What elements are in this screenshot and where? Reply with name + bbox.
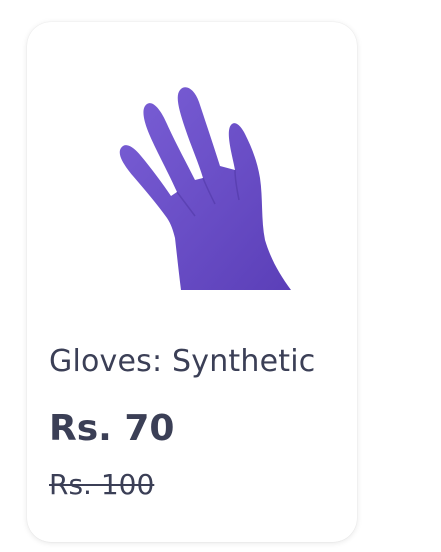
product-card[interactable]: Gloves: Synthetic Rs. 70 Rs. 100	[27, 22, 357, 542]
original-price: Rs. 100	[49, 468, 155, 501]
product-name: Gloves: Synthetic	[49, 344, 316, 379]
glove-icon	[119, 87, 292, 290]
current-price: Rs. 70	[49, 408, 175, 449]
page: Gloves: Synthetic Rs. 70 Rs. 100	[0, 0, 441, 552]
product-image	[95, 80, 310, 290]
